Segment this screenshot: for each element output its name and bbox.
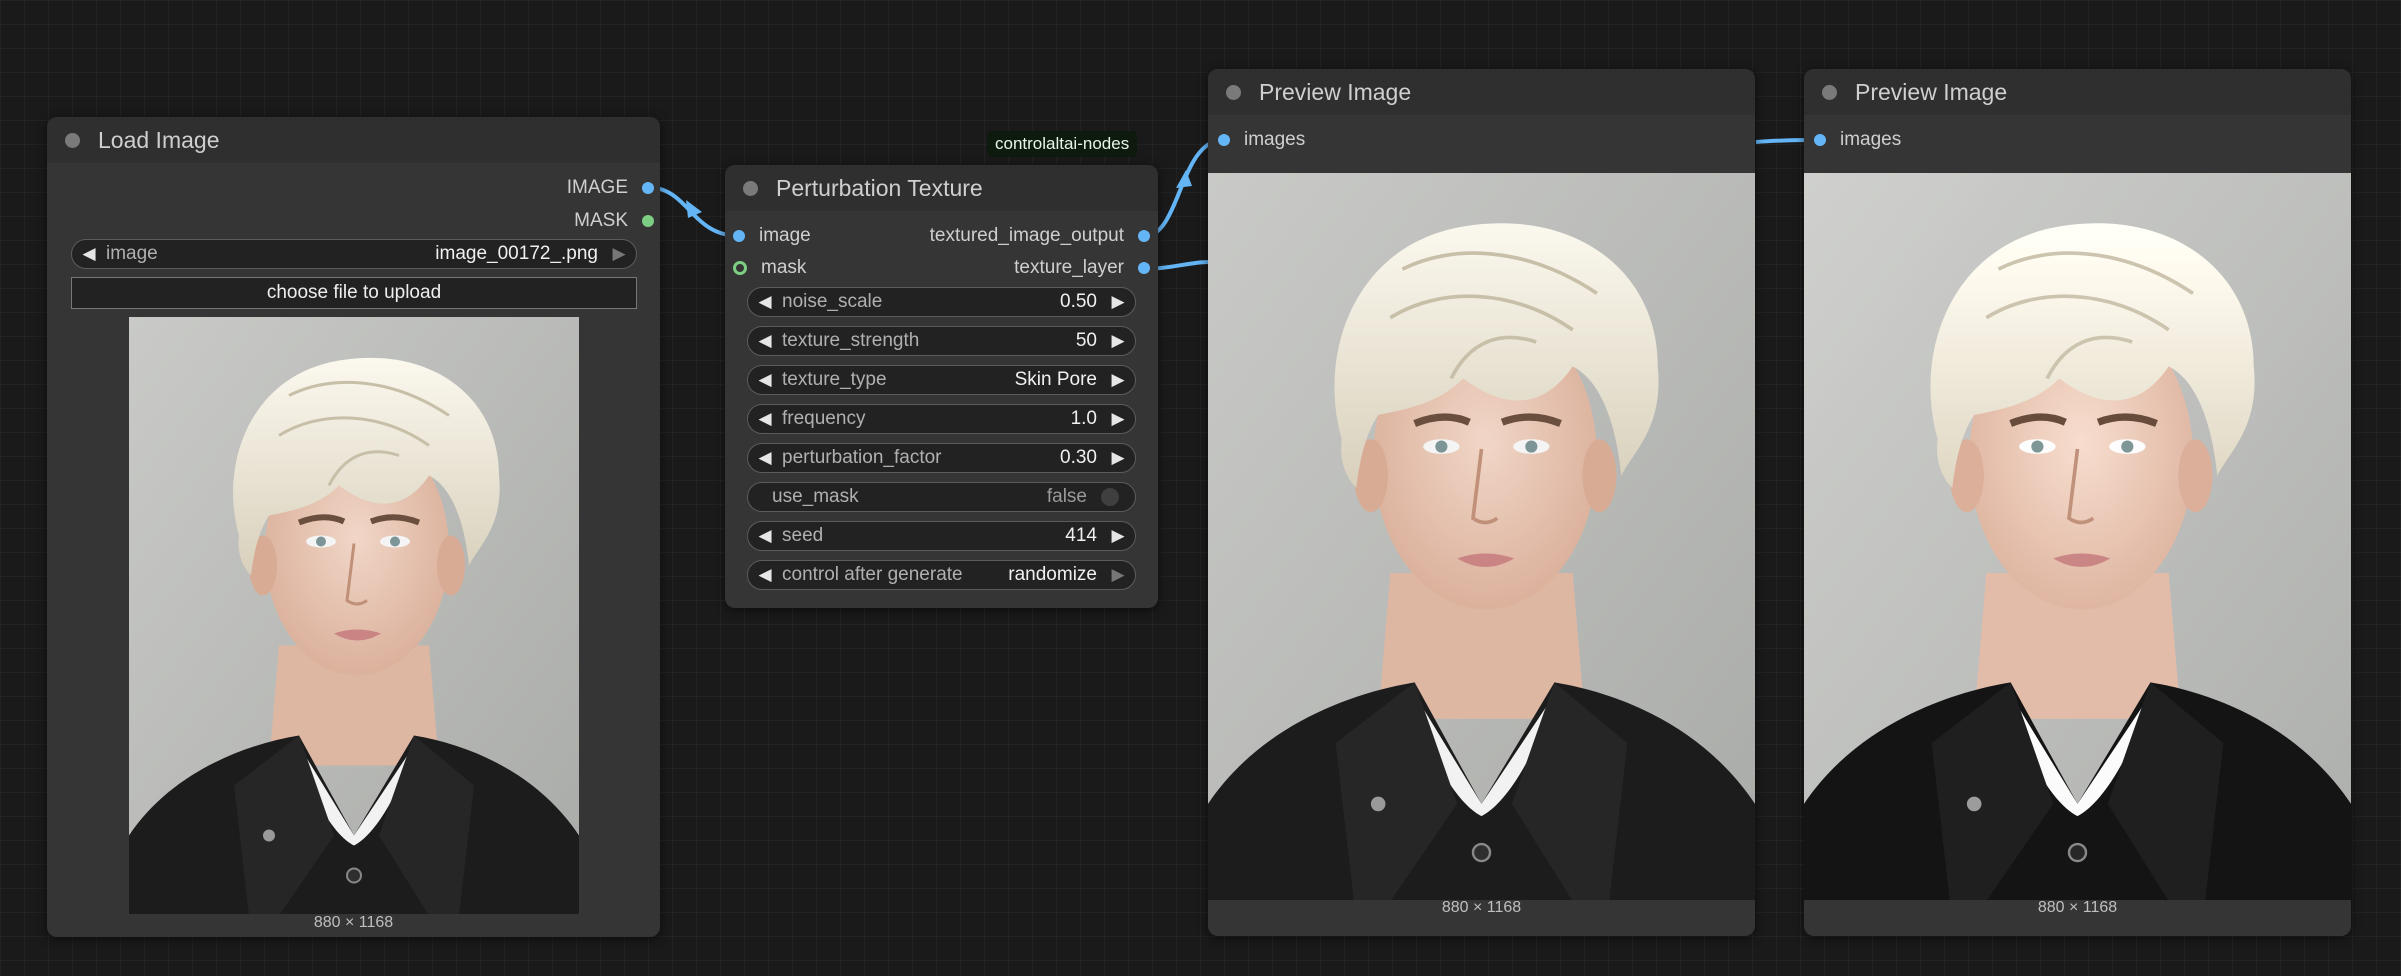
input-slot-images[interactable]: images [1218,125,1305,155]
node-header[interactable]: Preview Image [1804,69,2351,115]
widget-value: false [1046,486,1087,507]
image-preview [1208,173,1755,900]
noise-scale-widget[interactable]: ◀ noise_scale 0.50 ▶ [747,287,1136,317]
node-pack-badge: controlaltai-nodes [987,131,1138,157]
image-file-combo[interactable]: ◀ image image_00172_.png ▶ [71,239,637,269]
texture-strength-widget[interactable]: ◀ texture_strength 50 ▶ [747,326,1136,356]
input-slot-image[interactable]: image [733,221,811,251]
arrow-left-icon[interactable]: ◀ [748,409,782,429]
widget-label: seed [782,525,824,546]
slot-dot-icon[interactable] [642,215,654,227]
slot-dot-icon[interactable] [642,182,654,194]
widget-value: Skin Pore [1014,369,1097,390]
input-slot-mask[interactable]: mask [733,253,806,283]
widget-label: perturbation_factor [782,447,942,468]
arrow-left-icon[interactable]: ◀ [72,244,106,264]
output-label: MASK [574,210,628,231]
texture-type-widget[interactable]: ◀ texture_type Skin Pore ▶ [747,365,1136,395]
portrait-image [129,317,579,914]
image-size-label: 880 × 1168 [313,914,394,931]
arrow-right-icon[interactable]: ▶ [1101,409,1135,429]
widget-label: texture_strength [782,330,920,351]
input-label: image [759,225,811,246]
slot-dot-icon[interactable] [1138,262,1150,274]
widget-label: frequency [782,408,866,429]
widget-value: 1.0 [1070,408,1097,429]
portrait-image [1804,173,2351,900]
node-header[interactable]: Preview Image [1208,69,1755,115]
input-label: images [1840,129,1902,150]
widget-value: 50 [1075,330,1097,351]
arrow-left-icon[interactable]: ◀ [748,448,782,468]
widget-label: image [106,243,158,264]
control-after-generate-widget[interactable]: ◀ control after generate randomize ▶ [747,560,1136,590]
collapse-dot-icon[interactable] [65,132,80,148]
arrow-left-icon[interactable]: ◀ [748,370,782,390]
slot-dot-icon[interactable] [1138,230,1150,242]
widget-label: control after generate [782,564,963,585]
widget-value: image_00172_.png [435,243,598,264]
arrow-right-icon[interactable]: ▶ [1101,331,1135,351]
upload-button[interactable]: choose file to upload [71,277,637,309]
slot-dot-icon[interactable] [1218,134,1230,146]
output-slot-texture-layer[interactable]: texture_layer [1014,253,1150,283]
image-size-label: 880 × 1168 [1441,899,1522,916]
widget-value: 414 [1065,525,1097,546]
output-label: IMAGE [566,177,628,198]
output-label: texture_layer [1014,257,1124,278]
output-slot-textured-image[interactable]: textured_image_output [930,221,1150,251]
slot-dot-icon[interactable] [733,261,747,275]
node-title: Preview Image [1855,78,2008,105]
preview-image-node-2[interactable]: Preview Image images 880 × 1168 [1804,69,2351,936]
load-image-node[interactable]: Load Image IMAGE MASK ◀ image image_0017… [47,117,660,937]
widget-value: 0.50 [1060,291,1097,312]
arrow-right-icon[interactable]: ▶ [1101,526,1135,546]
output-slot-mask[interactable]: MASK [574,206,654,236]
frequency-widget[interactable]: ◀ frequency 1.0 ▶ [747,404,1136,434]
input-label: mask [761,257,807,278]
link-arrow-icon [686,200,702,218]
arrow-left-icon[interactable]: ◀ [748,526,782,546]
widget-label: use_mask [772,486,859,507]
input-label: images [1244,129,1306,150]
collapse-dot-icon[interactable] [1226,84,1241,100]
node-header[interactable]: Perturbation Texture [725,165,1158,211]
node-title: Perturbation Texture [776,174,983,201]
slot-dot-icon[interactable] [733,230,745,242]
collapse-dot-icon[interactable] [1822,84,1837,100]
use-mask-toggle[interactable]: use_mask false [747,482,1136,512]
node-title: Preview Image [1259,78,1412,105]
arrow-left-icon[interactable]: ◀ [748,331,782,351]
arrow-right-icon[interactable]: ▶ [1101,292,1135,312]
image-preview [1804,173,2351,900]
toggle-knob-icon[interactable] [1101,488,1119,506]
link-arrow-icon [1176,170,1192,188]
output-slot-image[interactable]: IMAGE [567,173,654,203]
perturbation-factor-widget[interactable]: ◀ perturbation_factor 0.30 ▶ [747,443,1136,473]
image-size-label: 880 × 1168 [2037,899,2118,916]
image-preview [129,317,579,914]
portrait-image [1208,173,1755,900]
node-header[interactable]: Load Image [47,117,660,163]
slot-dot-icon[interactable] [1814,134,1826,146]
arrow-right-icon[interactable]: ▶ [1101,370,1135,390]
perturbation-texture-node[interactable]: Perturbation Texture image mask textured… [725,165,1158,608]
node-title: Load Image [98,126,220,153]
widget-value: 0.30 [1060,447,1097,468]
arrow-left-icon[interactable]: ◀ [748,292,782,312]
arrow-left-icon[interactable]: ◀ [748,565,782,585]
arrow-right-icon[interactable]: ▶ [1101,565,1135,585]
arrow-right-icon[interactable]: ▶ [1101,448,1135,468]
widget-label: texture_type [782,369,887,390]
widget-value: randomize [1008,564,1097,585]
input-slot-images[interactable]: images [1814,125,1901,155]
arrow-right-icon[interactable]: ▶ [602,244,636,264]
collapse-dot-icon[interactable] [743,180,758,196]
seed-widget[interactable]: ◀ seed 414 ▶ [747,521,1136,551]
output-label: textured_image_output [929,225,1124,246]
preview-image-node-1[interactable]: Preview Image images 880 × 1168 [1208,69,1755,936]
widget-label: noise_scale [782,291,883,312]
